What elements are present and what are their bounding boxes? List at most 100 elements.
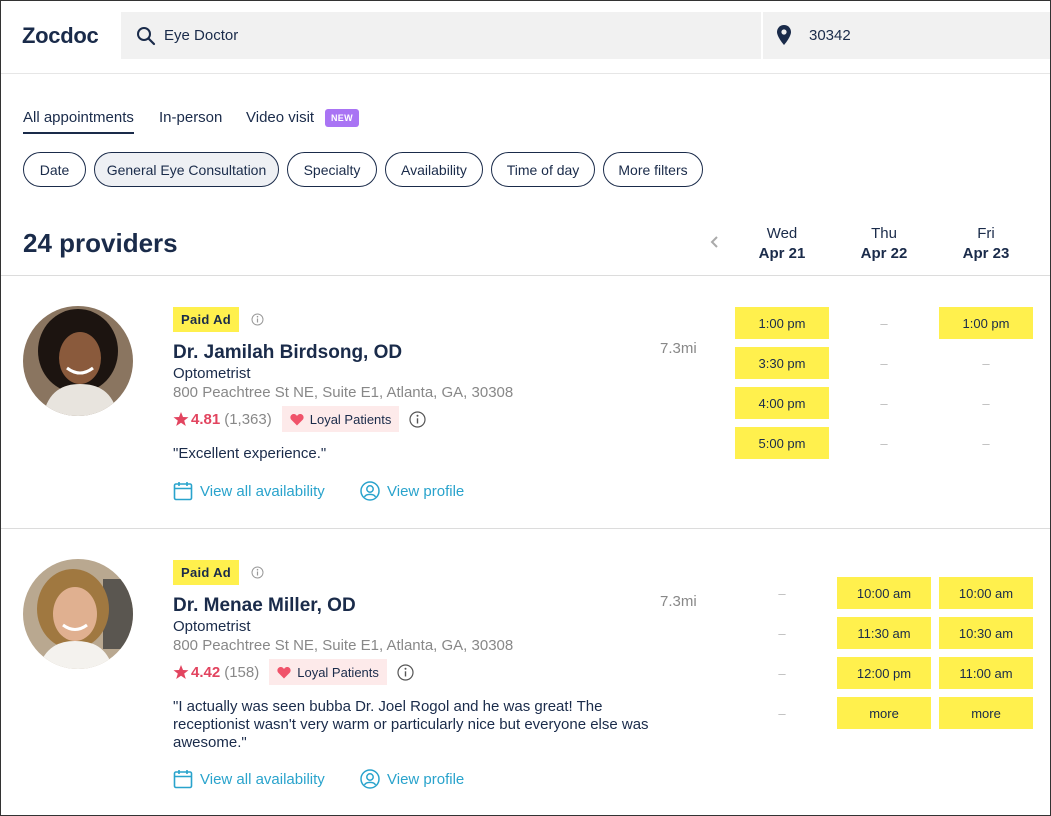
loyal-patients-label: Loyal Patients — [309, 411, 392, 427]
paid-ad-badge: Paid Ad — [173, 307, 240, 332]
filter-date[interactable]: Date — [23, 152, 86, 187]
filter-more-filters[interactable]: More filters — [603, 152, 703, 187]
tab-in-person[interactable]: In-person — [159, 109, 222, 132]
location-input[interactable]: 30342 — [763, 12, 1050, 59]
info-icon[interactable] — [251, 313, 264, 326]
no-slot: – — [778, 585, 786, 601]
view-profile-link[interactable]: View profile — [360, 481, 464, 501]
info-icon[interactable] — [409, 410, 427, 428]
no-slot: – — [982, 395, 990, 411]
provider-name[interactable]: Dr. Menae Miller, OD — [173, 595, 356, 617]
time-slot[interactable]: 4:00 pm — [735, 387, 829, 419]
location-pin-icon — [777, 25, 791, 45]
view-profile-label: View profile — [387, 482, 465, 500]
time-slot[interactable]: 3:30 pm — [735, 347, 829, 379]
search-value: Eye Doctor — [164, 27, 239, 44]
chevron-left-icon[interactable] — [708, 235, 722, 249]
no-slot: – — [778, 705, 786, 721]
top-header: Zocdoc Eye Doctor 30342 — [1, 1, 1050, 74]
provider-avatar[interactable] — [23, 559, 133, 669]
no-slot: – — [982, 355, 990, 371]
filter-time-of-day[interactable]: Time of day — [491, 152, 595, 187]
review-line: awesome." — [173, 734, 247, 751]
star-icon — [173, 665, 189, 679]
no-slot: – — [880, 435, 888, 451]
heart-icon — [277, 666, 291, 678]
time-slot[interactable]: 11:30 am — [837, 617, 931, 649]
provider-address: 800 Peachtree St NE, Suite E1, Atlanta, … — [173, 637, 514, 654]
review-line: receptionist wasn't very warm or particu… — [173, 716, 649, 733]
day-header-thu: Thu Apr 22 — [837, 224, 931, 264]
time-slot[interactable]: 11:00 am — [939, 657, 1033, 689]
day-weekday: Fri — [977, 225, 995, 242]
time-slot[interactable]: 10:00 am — [939, 577, 1033, 609]
info-icon[interactable] — [251, 566, 264, 579]
more-slots-button[interactable]: more — [837, 697, 931, 729]
time-slot[interactable]: 1:00 pm — [735, 307, 829, 339]
time-slot[interactable]: 12:00 pm — [837, 657, 931, 689]
view-all-availability-link[interactable]: View all availability — [173, 769, 325, 789]
day-header-fri: Fri Apr 23 — [939, 224, 1033, 264]
provider-address: 800 Peachtree St NE, Suite E1, Atlanta, … — [173, 384, 514, 401]
no-slot: – — [880, 395, 888, 411]
rating-row: 4.42 (158) Loyal Patients — [173, 659, 414, 685]
providers-count: 24 providers — [23, 228, 178, 258]
filter-availability[interactable]: Availability — [385, 152, 483, 187]
provider-avatar[interactable] — [23, 306, 133, 416]
zocdoc-search-page: Zocdoc Eye Doctor 30342 All appointments… — [0, 0, 1051, 816]
time-slot[interactable]: 5:00 pm — [735, 427, 829, 459]
calendar-icon — [173, 770, 193, 789]
time-slot[interactable]: 1:00 pm — [939, 307, 1033, 339]
no-slot: – — [880, 315, 888, 331]
divider — [1, 275, 1050, 276]
provider-specialty: Optometrist — [173, 618, 251, 635]
avatar-photo — [23, 559, 133, 669]
day-weekday: Wed — [766, 225, 798, 242]
divider — [1, 528, 1050, 529]
user-profile-icon — [360, 769, 380, 789]
review-count[interactable]: (158) — [224, 664, 259, 681]
zip-value: 30342 — [809, 27, 851, 44]
user-profile-icon — [360, 481, 380, 501]
provider-distance: 7.3mi — [660, 593, 697, 610]
zocdoc-logo[interactable]: Zocdoc — [22, 23, 99, 49]
avatar-photo — [23, 306, 133, 416]
tab-video-visit[interactable]: Video visit — [246, 109, 314, 132]
search-icon — [137, 27, 156, 46]
tab-all-appointments[interactable]: All appointments — [23, 109, 134, 134]
rating-row: 4.81 (1,363) Loyal Patients — [173, 406, 427, 432]
time-slot[interactable]: 10:30 am — [939, 617, 1033, 649]
loyal-patients-label: Loyal Patients — [297, 664, 379, 680]
loyal-patients-badge: Loyal Patients — [269, 659, 387, 685]
day-date: Apr 21 — [758, 245, 806, 262]
day-weekday: Thu — [871, 225, 897, 242]
filter-general-eye-consultation[interactable]: General Eye Consultation — [94, 152, 279, 187]
day-date: Apr 23 — [962, 245, 1010, 262]
day-header-wed: Wed Apr 21 — [735, 224, 829, 264]
view-profile-link[interactable]: View profile — [360, 769, 464, 789]
view-all-availability-link[interactable]: View all availability — [173, 481, 325, 501]
filter-specialty[interactable]: Specialty — [287, 152, 377, 187]
calendar-icon — [173, 482, 193, 501]
day-date: Apr 22 — [860, 245, 908, 262]
more-slots-button[interactable]: more — [939, 697, 1033, 729]
loyal-patients-badge: Loyal Patients — [281, 406, 400, 432]
star-icon — [173, 412, 189, 426]
info-icon[interactable] — [397, 663, 414, 681]
review-line: "I actually was seen bubba Dr. Joel Rogo… — [173, 698, 603, 715]
no-slot: – — [778, 665, 786, 681]
review-snippet: "I actually was seen bubba Dr. Joel Rogo… — [173, 698, 649, 752]
search-input[interactable]: Eye Doctor — [121, 12, 761, 59]
provider-distance: 7.3mi — [660, 340, 697, 357]
no-slot: – — [778, 625, 786, 641]
provider-specialty: Optometrist — [173, 365, 251, 382]
review-count[interactable]: (1,363) — [224, 411, 272, 428]
no-slot: – — [982, 435, 990, 451]
paid-ad-badge: Paid Ad — [173, 560, 240, 585]
provider-name[interactable]: Dr. Jamilah Birdsong, OD — [173, 342, 402, 364]
rating-value: 4.42 — [191, 663, 221, 681]
review-snippet: "Excellent experience." — [173, 445, 327, 462]
time-slot[interactable]: 10:00 am — [837, 577, 931, 609]
view-all-availability-label: View all availability — [200, 482, 325, 500]
heart-icon — [290, 413, 304, 425]
